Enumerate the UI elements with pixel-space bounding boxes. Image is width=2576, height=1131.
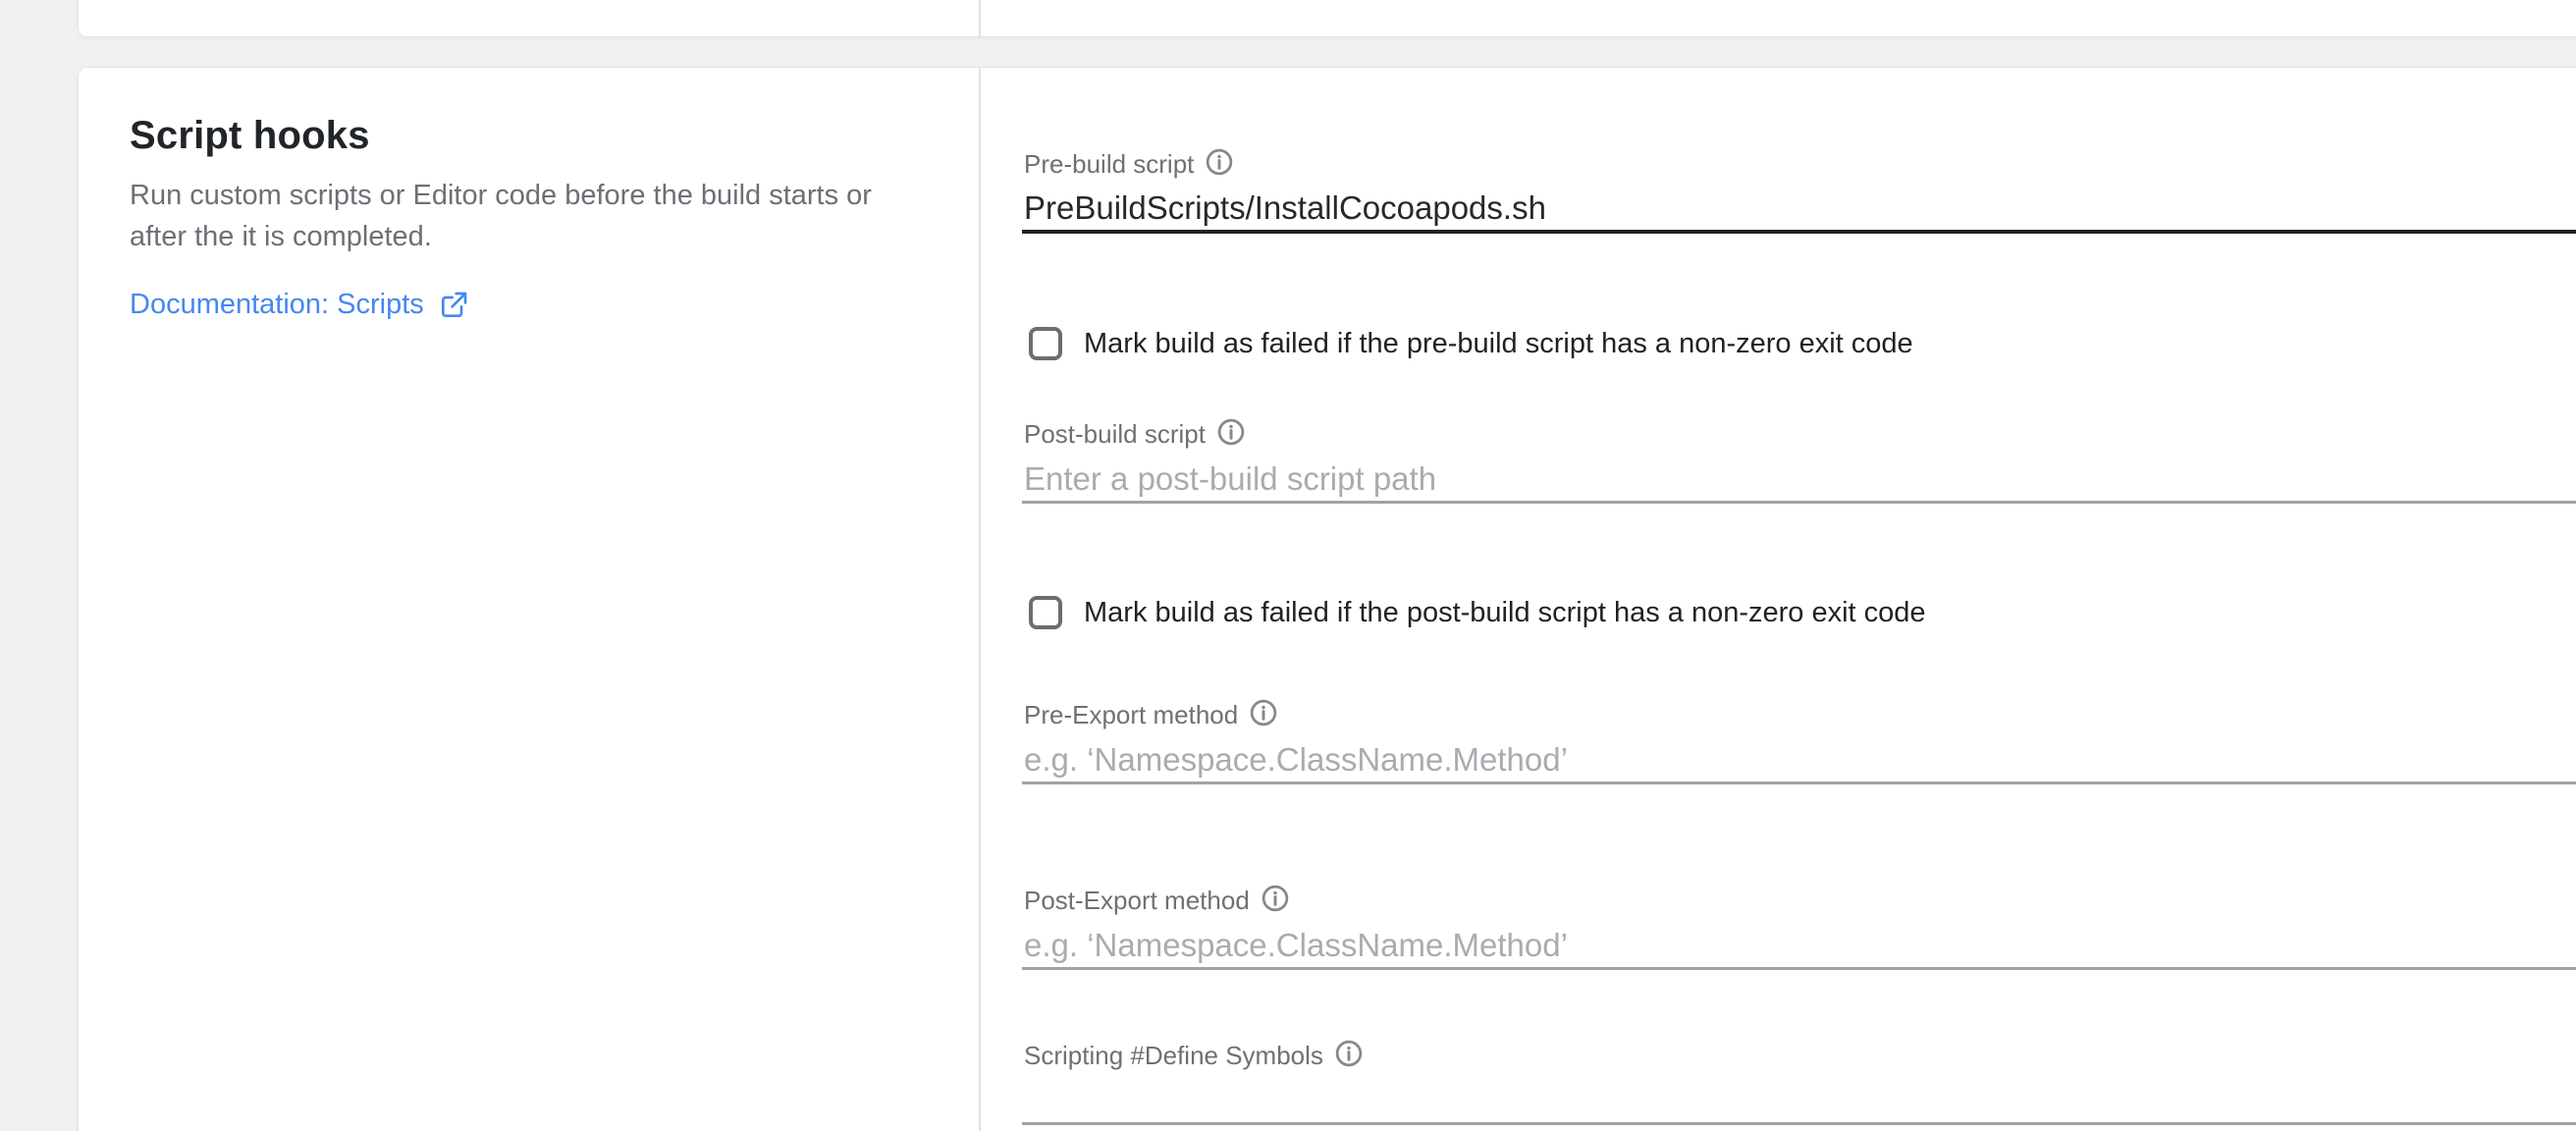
post-export-method-field: Post-Export method [1022,884,2576,970]
post-export-method-input[interactable] [1022,925,2576,970]
section-description-line: Run custom scripts or Editor code before… [130,175,872,216]
previous-section-card [78,0,2576,37]
card-column-divider [979,0,981,36]
scripting-define-symbols-input[interactable] [1022,1080,2576,1125]
info-icon[interactable] [1334,1039,1364,1073]
section-title: Script hooks [130,114,370,158]
script-hooks-settings-page: Script hooks Run custom scripts or Edito… [0,0,2576,1131]
section-description-line: after the it is completed. [130,216,872,257]
post-build-script-input[interactable] [1022,458,2576,504]
info-icon[interactable] [1249,698,1278,732]
post-build-fail-checkbox-row[interactable]: Mark build as failed if the post-build s… [1029,596,1926,629]
scripting-define-symbols-field: Scripting #Define Symbols [1022,1039,2576,1125]
external-link-icon [438,290,469,321]
documentation-link-label: Documentation: Scripts [130,289,424,321]
pre-export-method-field: Pre-Export method [1022,698,2576,784]
pre-export-method-label: Pre-Export method [1024,700,1238,730]
pre-build-fail-checkbox-label: Mark build as failed if the pre-build sc… [1084,328,1913,360]
card-column-divider [979,68,981,1131]
checkbox-unchecked[interactable] [1029,327,1062,360]
scripting-define-symbols-label: Scripting #Define Symbols [1024,1041,1323,1071]
pre-build-script-field: Pre-build script [1022,147,2576,234]
post-export-method-label: Post-Export method [1024,886,1250,916]
pre-build-script-label: Pre-build script [1024,149,1194,180]
section-description: Run custom scripts or Editor code before… [130,175,872,257]
post-build-script-field: Post-build script [1022,417,2576,504]
info-icon[interactable] [1261,884,1290,918]
post-build-fail-checkbox-label: Mark build as failed if the post-build s… [1084,597,1926,629]
documentation-scripts-link[interactable]: Documentation: Scripts [130,289,469,321]
pre-build-fail-checkbox-row[interactable]: Mark build as failed if the pre-build sc… [1029,327,1913,360]
info-icon[interactable] [1205,147,1234,182]
pre-export-method-input[interactable] [1022,739,2576,784]
post-build-script-label: Post-build script [1024,419,1206,450]
pre-build-script-input[interactable] [1022,188,2576,234]
info-icon[interactable] [1216,417,1246,452]
checkbox-unchecked[interactable] [1029,596,1062,629]
